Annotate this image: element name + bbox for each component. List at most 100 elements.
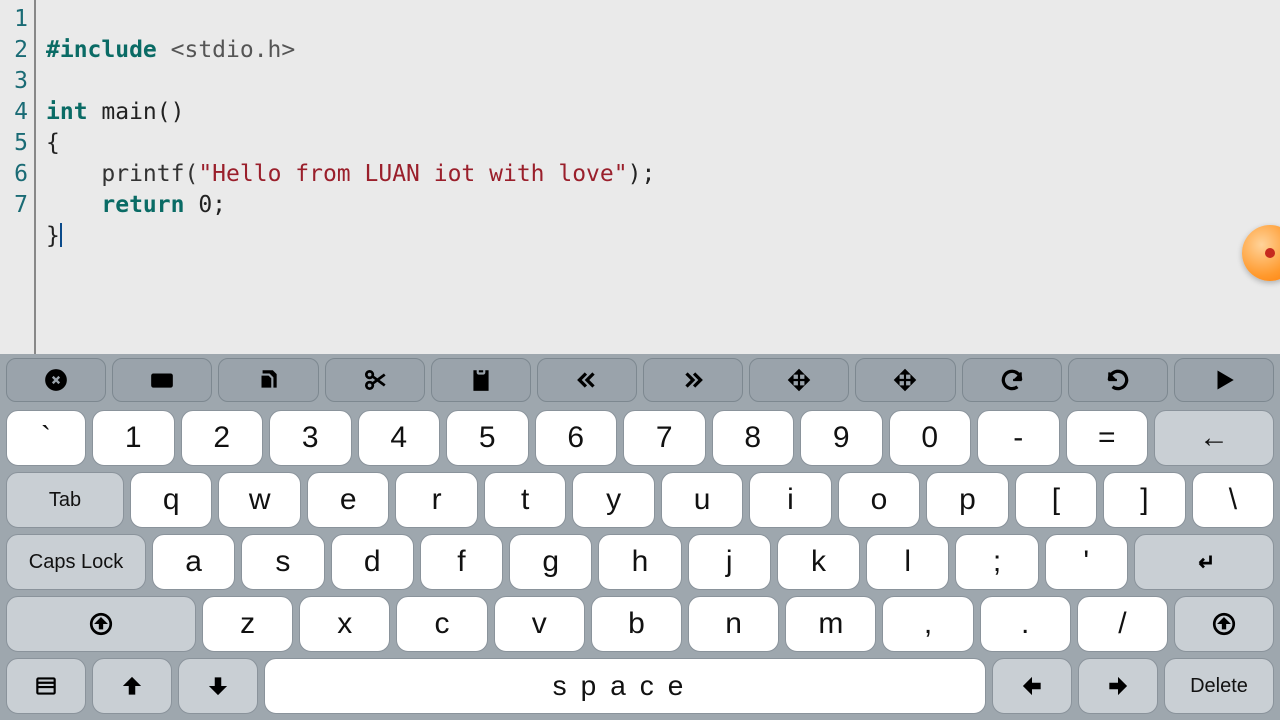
redo-button[interactable]: [1068, 358, 1168, 402]
prev-button[interactable]: [537, 358, 637, 402]
key-bracket-close[interactable]: ]: [1103, 472, 1185, 528]
move-cursor-button[interactable]: [749, 358, 849, 402]
next-button[interactable]: [643, 358, 743, 402]
key-arrow-right[interactable]: [1078, 658, 1158, 714]
key-4[interactable]: 4: [358, 410, 441, 466]
keyboard-row-1: ` 1 2 3 4 5 6 7 8 9 0 - = ←: [6, 410, 1274, 466]
token-brace: }: [46, 223, 60, 249]
arrow-left-icon: [1019, 673, 1045, 699]
key-1[interactable]: 1: [92, 410, 175, 466]
token-brace: {: [46, 130, 60, 156]
key-h[interactable]: h: [598, 534, 681, 590]
key-9[interactable]: 9: [800, 410, 883, 466]
token-string: "Hello from LUAN iot with love": [198, 161, 627, 187]
undo-button[interactable]: [962, 358, 1062, 402]
key-minus[interactable]: -: [977, 410, 1060, 466]
key-enter[interactable]: [1134, 534, 1274, 590]
indent: [46, 161, 101, 187]
code-area[interactable]: #include <stdio.h> int main() { printf("…: [36, 0, 655, 354]
key-menu[interactable]: [6, 658, 86, 714]
arrow-right-icon: [1105, 673, 1131, 699]
key-capslock[interactable]: Caps Lock: [6, 534, 146, 590]
redo-icon: [1105, 367, 1131, 393]
key-p[interactable]: p: [926, 472, 1008, 528]
key-i[interactable]: i: [749, 472, 831, 528]
key-backslash[interactable]: \: [1192, 472, 1274, 528]
editor-toolbar: [0, 354, 1280, 406]
key-q[interactable]: q: [130, 472, 212, 528]
key-7[interactable]: 7: [623, 410, 706, 466]
key-x[interactable]: x: [299, 596, 390, 652]
key-bracket-open[interactable]: [: [1015, 472, 1097, 528]
key-l[interactable]: l: [866, 534, 949, 590]
backspace-arrow-icon: ←: [1199, 421, 1229, 455]
key-shift-right[interactable]: [1174, 596, 1274, 652]
key-space[interactable]: space: [264, 658, 986, 714]
token-plain: 0;: [184, 192, 226, 218]
play-icon: [1211, 367, 1237, 393]
key-e[interactable]: e: [307, 472, 389, 528]
paste-button[interactable]: [431, 358, 531, 402]
code-editor[interactable]: 1 2 3 4 5 6 7 #include <stdio.h> int mai…: [0, 0, 1280, 354]
key-c[interactable]: c: [396, 596, 487, 652]
move-icon: [786, 367, 812, 393]
key-semicolon[interactable]: ;: [955, 534, 1038, 590]
keyboard-row-4: z x c v b n m , . /: [6, 596, 1274, 652]
key-k[interactable]: k: [777, 534, 860, 590]
key-apostrophe[interactable]: ': [1045, 534, 1128, 590]
close-button[interactable]: [6, 358, 106, 402]
key-shift-left[interactable]: [6, 596, 196, 652]
run-button[interactable]: [1174, 358, 1274, 402]
key-f[interactable]: f: [420, 534, 503, 590]
key-m[interactable]: m: [785, 596, 876, 652]
key-j[interactable]: j: [688, 534, 771, 590]
cut-button[interactable]: [325, 358, 425, 402]
copy-button[interactable]: [218, 358, 318, 402]
key-tab[interactable]: Tab: [6, 472, 124, 528]
key-arrow-down[interactable]: [178, 658, 258, 714]
key-arrow-left[interactable]: [992, 658, 1072, 714]
key-a[interactable]: a: [152, 534, 235, 590]
key-v[interactable]: v: [494, 596, 585, 652]
key-b[interactable]: b: [591, 596, 682, 652]
key-backspace[interactable]: ←: [1154, 410, 1274, 466]
key-o[interactable]: o: [838, 472, 920, 528]
key-comma[interactable]: ,: [882, 596, 973, 652]
key-t[interactable]: t: [484, 472, 566, 528]
key-y[interactable]: y: [572, 472, 654, 528]
clipboard-icon: [468, 367, 494, 393]
move-selection-button[interactable]: [855, 358, 955, 402]
indent: [46, 192, 101, 218]
token-include-header: <stdio.h>: [157, 37, 295, 63]
key-w[interactable]: w: [218, 472, 300, 528]
record-button[interactable]: [1242, 225, 1280, 281]
key-slash[interactable]: /: [1077, 596, 1168, 652]
key-n[interactable]: n: [688, 596, 779, 652]
key-arrow-up[interactable]: [92, 658, 172, 714]
key-d[interactable]: d: [331, 534, 414, 590]
token-keyword: return: [101, 192, 184, 218]
key-r[interactable]: r: [395, 472, 477, 528]
key-6[interactable]: 6: [535, 410, 618, 466]
key-backtick[interactable]: `: [6, 410, 86, 466]
key-2[interactable]: 2: [181, 410, 264, 466]
arrow-down-icon: [205, 673, 231, 699]
token-plain: );: [628, 161, 656, 187]
key-0[interactable]: 0: [889, 410, 972, 466]
key-5[interactable]: 5: [446, 410, 529, 466]
key-period[interactable]: .: [980, 596, 1071, 652]
key-s[interactable]: s: [241, 534, 324, 590]
line-number: 4: [0, 97, 34, 128]
key-delete[interactable]: Delete: [1164, 658, 1274, 714]
key-equals[interactable]: =: [1066, 410, 1149, 466]
key-u[interactable]: u: [661, 472, 743, 528]
key-8[interactable]: 8: [712, 410, 795, 466]
token-plain: main(): [88, 99, 185, 125]
menu-icon: [33, 673, 59, 699]
key-z[interactable]: z: [202, 596, 293, 652]
toggle-keyboard-button[interactable]: [112, 358, 212, 402]
virtual-keyboard: ` 1 2 3 4 5 6 7 8 9 0 - = ← Tab q w e r …: [0, 406, 1280, 720]
keyboard-row-5: space Delete: [6, 658, 1274, 714]
key-3[interactable]: 3: [269, 410, 352, 466]
key-g[interactable]: g: [509, 534, 592, 590]
